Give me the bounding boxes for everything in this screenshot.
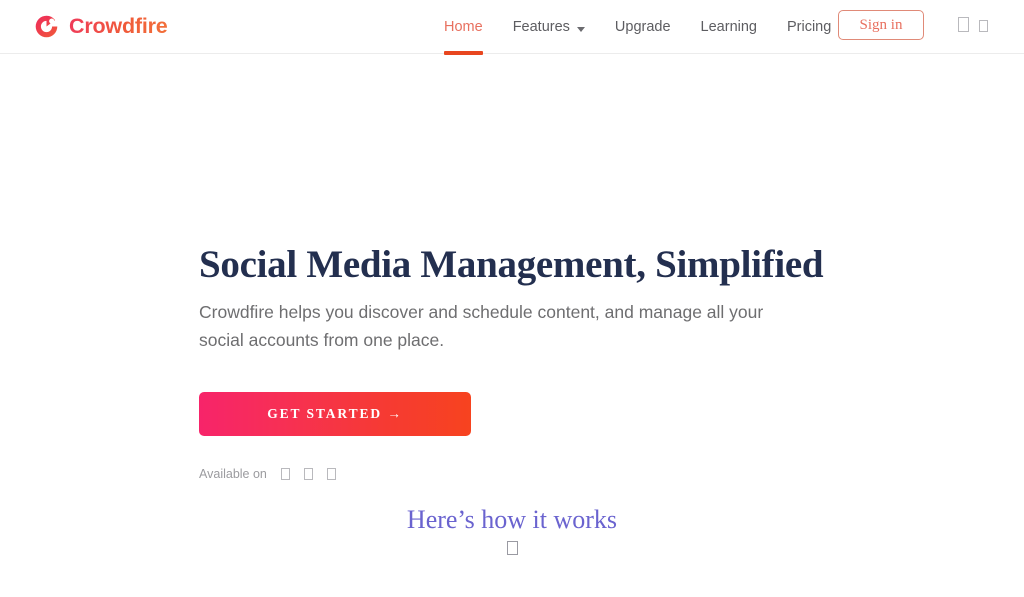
nav-item-home[interactable]: Home	[444, 0, 483, 55]
site-header: Crowdfire Home Features Upgrade Learning…	[0, 0, 1024, 55]
active-tab-indicator	[444, 51, 483, 55]
get-started-button[interactable]: GET STARTED →	[199, 392, 471, 437]
main-navigation: Home Features Upgrade Learning Pricing	[444, 0, 831, 55]
hero-subtitle: Crowdfire helps you discover and schedul…	[199, 301, 764, 351]
chevron-down-icon	[576, 26, 585, 32]
missing-glyph-icon[interactable]	[303, 468, 313, 481]
nav-item-label: Home	[444, 19, 483, 35]
nav-item-label: Learning	[700, 19, 757, 35]
brand-name: Crowdfire	[69, 14, 168, 38]
landing-page: Crowdfire Home Features Upgrade Learning…	[0, 0, 1024, 597]
sign-in-label: Sign in	[859, 16, 903, 33]
sign-in-button[interactable]: Sign in	[838, 10, 924, 40]
header-utility-icons	[958, 17, 988, 32]
missing-glyph-icon[interactable]	[280, 468, 290, 481]
nav-item-label: Features	[512, 19, 570, 35]
nav-item-pricing[interactable]: Pricing	[787, 0, 831, 54]
nav-item-features[interactable]: Features	[513, 0, 585, 54]
available-on-label: Available on	[199, 467, 267, 482]
crowdfire-logo-icon	[35, 15, 58, 38]
missing-glyph-icon[interactable]	[979, 20, 988, 32]
nav-item-learning[interactable]: Learning	[701, 0, 757, 54]
hero-section: Social Media Management, Simplified Crow…	[199, 243, 839, 481]
platform-icons	[280, 468, 336, 481]
nav-item-label: Upgrade	[614, 19, 671, 35]
missing-glyph-icon[interactable]	[958, 17, 969, 32]
how-it-works-section: Here’s how it works	[0, 505, 1024, 560]
nav-item-label: Pricing	[786, 19, 832, 35]
page-title: Social Media Management, Simplified	[199, 243, 824, 286]
missing-glyph-icon[interactable]	[326, 468, 336, 481]
available-on-row: Available on	[199, 467, 839, 481]
brand-logo[interactable]: Crowdfire	[33, 13, 168, 40]
how-it-works-link[interactable]: Here’s how it works	[407, 505, 617, 535]
nav-item-upgrade[interactable]: Upgrade	[615, 0, 671, 54]
scroll-down-button[interactable]	[506, 540, 518, 560]
missing-glyph-icon	[506, 540, 518, 555]
